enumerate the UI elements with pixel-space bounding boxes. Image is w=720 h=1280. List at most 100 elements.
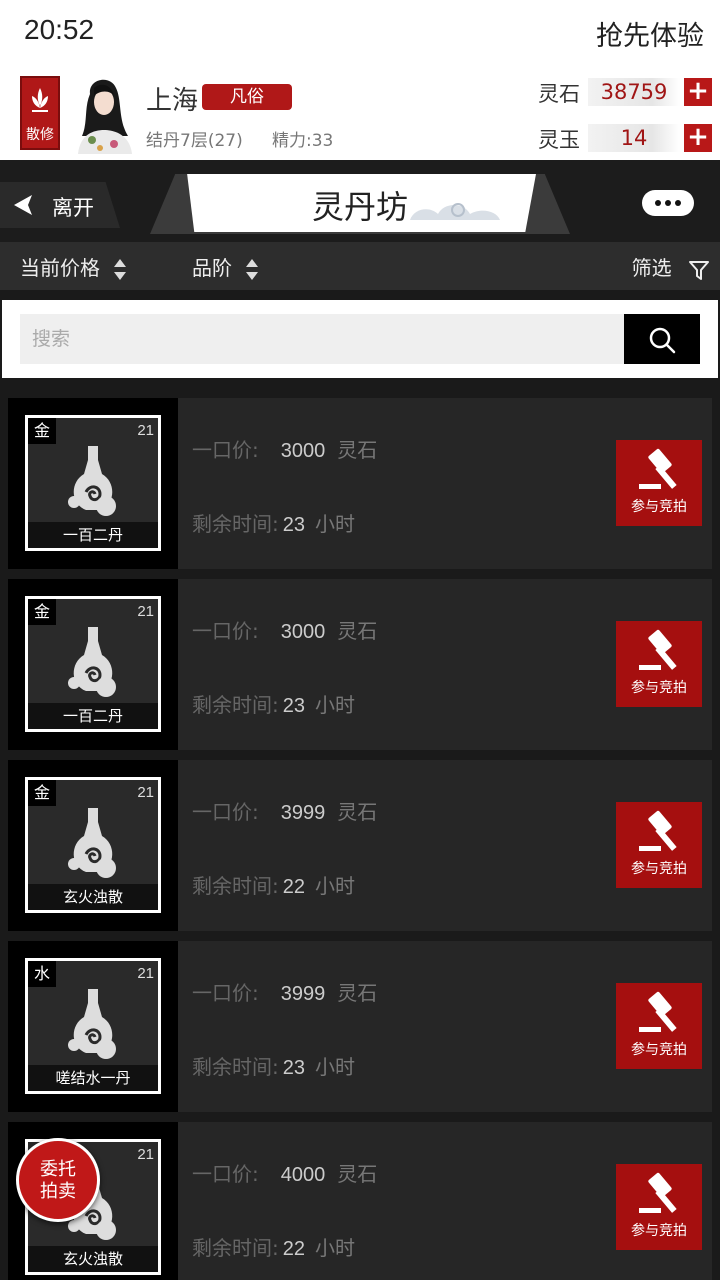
consign-auction-button[interactable]: 委托 拍卖 — [16, 1138, 100, 1222]
time-label: 剩余时间: — [192, 693, 279, 717]
consign-label-line2: 拍卖 — [40, 1181, 76, 1202]
filter-label: 筛选 — [631, 256, 672, 280]
item-name: 玄火浊散 — [28, 884, 158, 910]
price-value: 3000 — [280, 440, 326, 462]
spirit-jade-counter: 灵玉 14 + — [538, 124, 714, 152]
sort-by-price-button[interactable]: 当前价格 — [20, 252, 126, 283]
pill-vase-icon — [68, 627, 116, 697]
item-frame: 金 21 玄火浊散 — [25, 777, 161, 913]
energy-value: 精力:33 — [272, 131, 334, 151]
sort-arrows-icon — [114, 257, 126, 283]
gavel-icon — [639, 810, 677, 851]
status-bar: 20:52 抢先体验 — [0, 0, 720, 66]
time-label: 剩余时间: — [192, 874, 279, 898]
pill-vase-icon — [68, 808, 116, 878]
price-label: 一口价: — [192, 619, 259, 643]
avatar[interactable] — [70, 74, 138, 154]
remaining-time: 剩余时间: 23 小时 — [192, 689, 355, 718]
page-title: 灵丹坊 — [311, 188, 408, 226]
time-value: 22 — [282, 1238, 305, 1260]
price-unit: 灵石 — [337, 800, 378, 824]
bid-label: 参与竞拍 — [631, 1042, 687, 1058]
item-name: 玄火浊散 — [28, 1246, 158, 1272]
item-thumbnail[interactable]: 水 21 嗟结水一丹 — [8, 941, 178, 1112]
search-bar — [2, 300, 718, 378]
spirit-stone-label: 灵石 — [538, 82, 580, 106]
element-badge: 金 — [28, 599, 56, 625]
price-unit: 灵石 — [337, 1162, 378, 1186]
price-unit: 灵石 — [337, 438, 378, 462]
item-level: 21 — [137, 784, 154, 801]
rank-label: 散修 — [26, 127, 54, 143]
more-dot-icon — [665, 200, 671, 206]
listing-card: 21 玄火浊散 一口价: 4000 灵石 剩余时间: 22 小时 参与竞拍 — [8, 1122, 712, 1280]
bid-button[interactable]: 参与竞拍 — [616, 983, 702, 1069]
back-arrow-icon — [14, 195, 32, 215]
price-label: 一口价: — [192, 800, 259, 824]
more-options-button[interactable] — [642, 190, 694, 216]
sort-by-grade-button[interactable]: 品阶 — [192, 252, 258, 283]
time-unit: 小时 — [315, 512, 355, 536]
early-access-label[interactable]: 抢先体验 — [596, 14, 704, 53]
bid-button[interactable]: 参与竞拍 — [616, 440, 702, 526]
item-level: 21 — [137, 1146, 154, 1163]
lotus-icon — [32, 88, 48, 112]
time-unit: 小时 — [315, 1055, 355, 1079]
bid-button[interactable]: 参与竞拍 — [616, 621, 702, 707]
item-thumbnail[interactable]: 金 21 玄火浊散 — [8, 760, 178, 931]
bid-label: 参与竞拍 — [631, 499, 687, 515]
bid-button[interactable]: 参与竞拍 — [616, 1164, 702, 1250]
search-input[interactable] — [20, 314, 624, 364]
gavel-icon — [639, 629, 677, 670]
price-value: 3999 — [280, 802, 326, 824]
leave-label: 离开 — [52, 196, 94, 220]
element-badge: 水 — [28, 961, 56, 987]
gavel-icon — [639, 1172, 677, 1213]
player-realm-tag: 凡俗 — [202, 84, 292, 110]
bid-label: 参与竞拍 — [631, 861, 687, 877]
gavel-icon — [639, 991, 677, 1032]
item-frame: 金 21 一百二丹 — [25, 596, 161, 732]
item-frame: 金 21 一百二丹 — [25, 415, 161, 551]
item-thumbnail[interactable]: 金 21 一百二丹 — [8, 579, 178, 750]
spirit-stone-value: 38759 — [588, 78, 680, 106]
sort-bar: 当前价格 品阶 筛选 — [0, 242, 720, 290]
sort-arrows-icon — [246, 257, 258, 283]
price-value: 4000 — [280, 1164, 326, 1186]
item-level: 21 — [137, 422, 154, 439]
price-value: 3999 — [280, 983, 326, 1005]
buyout-price: 一口价: 3000 灵石 — [192, 434, 377, 463]
time-value: 23 — [282, 514, 305, 536]
price-unit: 灵石 — [337, 619, 378, 643]
search-icon — [649, 327, 676, 354]
search-button[interactable] — [624, 314, 700, 364]
remaining-time: 剩余时间: 23 小时 — [192, 1051, 355, 1080]
item-name: 一百二丹 — [28, 522, 158, 548]
remaining-time: 剩余时间: 22 小时 — [192, 870, 355, 899]
buyout-price: 一口价: 4000 灵石 — [192, 1158, 377, 1187]
bid-label: 参与竞拍 — [631, 680, 687, 696]
spirit-jade-value: 14 — [588, 124, 680, 152]
cultivation-level: 结丹7层(27) — [146, 131, 243, 151]
item-name: 嗟结水一丹 — [28, 1065, 158, 1091]
add-spirit-stone-button[interactable]: + — [684, 78, 712, 106]
consign-label-line1: 委托 — [40, 1159, 76, 1180]
remaining-time: 剩余时间: 22 小时 — [192, 1232, 355, 1261]
filter-button[interactable]: 筛选 — [632, 252, 710, 281]
add-spirit-jade-button[interactable]: + — [684, 124, 712, 152]
time-value: 22 — [282, 876, 305, 898]
profile-header: 散修 上海 凡俗 结丹7层(27) 精力:33 灵石 38759 + 灵玉 14… — [0, 66, 720, 160]
listing-card: 水 21 嗟结水一丹 一口价: 3999 灵石 剩余时间: 23 小时 参与竞拍 — [8, 941, 712, 1112]
buyout-price: 一口价: 3999 灵石 — [192, 977, 377, 1006]
funnel-icon — [689, 260, 709, 280]
buyout-price: 一口价: 3999 灵石 — [192, 796, 377, 825]
time-unit: 小时 — [315, 874, 355, 898]
time-label: 剩余时间: — [192, 512, 279, 536]
rank-badge[interactable]: 散修 — [20, 76, 60, 150]
item-thumbnail[interactable]: 金 21 一百二丹 — [8, 398, 178, 569]
bid-button[interactable]: 参与竞拍 — [616, 802, 702, 888]
bid-label: 参与竞拍 — [631, 1223, 687, 1239]
leave-button[interactable]: 离开 — [0, 182, 120, 228]
gavel-icon — [639, 448, 677, 489]
item-frame: 水 21 嗟结水一丹 — [25, 958, 161, 1094]
